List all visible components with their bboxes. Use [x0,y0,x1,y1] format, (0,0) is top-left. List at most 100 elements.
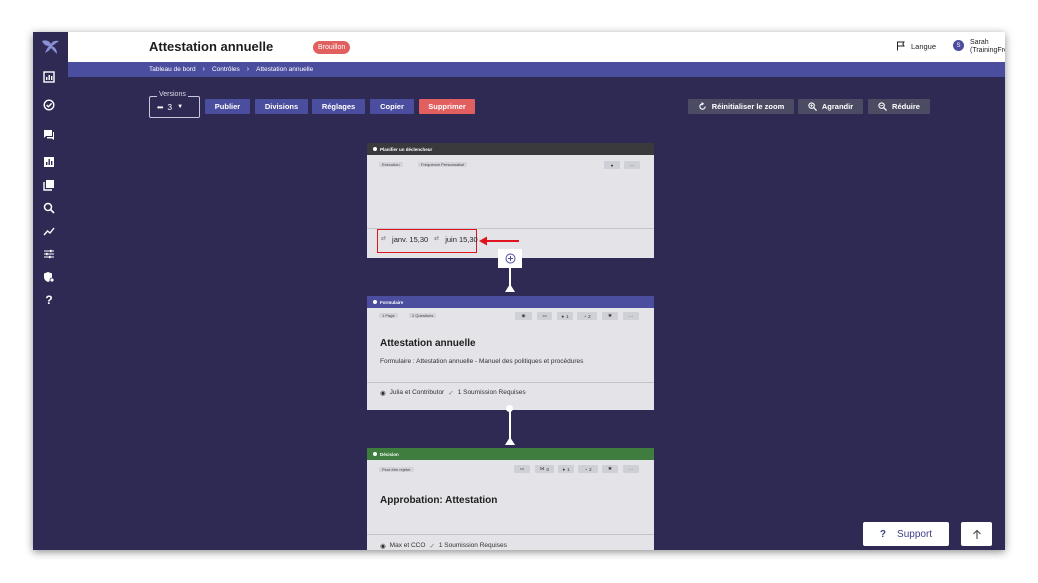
eye-icon[interactable]: ◉ [515,312,532,320]
support-button[interactable]: ? Support [863,522,949,546]
gear-icon[interactable]: ✱ [602,312,618,320]
execution-chip-label: Exécution [382,162,400,167]
app-logo-icon[interactable] [40,38,62,56]
plus-circle-icon [505,253,515,264]
users-icon: ◉ [380,543,386,550]
check-circle-icon[interactable] [42,98,56,112]
more-icon[interactable]: ··· [623,312,639,320]
rejectable-chip-label: Peut être rejeter [382,467,411,472]
frequency-chip: Fréquence Personnalisé [418,162,468,167]
copy-button[interactable]: Copier [370,99,414,114]
info-icon[interactable]: ● [604,161,620,169]
assignee-count-value: 1 [566,313,569,319]
breadcrumb-item-current: Attestation annuelle [256,66,314,73]
execution-chip: Exécution [379,162,403,167]
versions-label: Versions [157,91,188,98]
language-button[interactable]: Langue [896,41,936,51]
flag-icon [897,41,905,51]
reset-zoom-label: Réinitialiser le zoom [711,102,785,111]
dashboard-icon[interactable] [42,70,56,84]
submission-count[interactable]: ◔ 2 [578,465,598,473]
check-icon: ✓ [429,543,435,550]
assignee-count[interactable]: ● 1 [558,465,574,473]
status-badge: Brouillon [313,41,351,54]
language-label: Langue [911,41,937,51]
clock-icon: ◔ [583,313,587,319]
help-icon: ? [879,528,887,540]
zoom-in-icon [808,102,817,111]
page-count-chip: 1 Page [379,313,398,318]
app-window: ? Attestation annuelle Brouillon Langue … [33,32,1005,550]
submission-count[interactable]: ◔ 2 [577,312,597,320]
form-card[interactable]: Formulaire 1 Page 2 Questions ◉ ▭ ● 1 ◔ 2 … [367,296,654,410]
library-icon[interactable] [42,178,56,192]
breadcrumb: Tableau de bord › Contrôles › Attestatio… [68,62,1005,77]
settings-button[interactable]: Réglages [312,99,365,114]
connector-arrow-icon [505,284,515,292]
gear-icon[interactable]: ✱ [602,465,618,473]
divisions-button[interactable]: Divisions [255,99,308,114]
branch-count-value: 0 [546,466,549,472]
sliders-icon[interactable] [42,247,56,261]
version-dots-icon: ••• [157,102,163,112]
branch-count[interactable]: ⋈ 0 [535,465,554,473]
search-icon[interactable] [42,201,56,215]
connector-arrow-icon [505,437,515,445]
shield-settings-icon[interactable] [42,270,56,284]
sidebar: ? [33,32,68,550]
avatar[interactable]: S [953,40,964,51]
add-step-button[interactable] [498,249,522,268]
check-icon: ✓ [448,390,454,397]
form-card-header: Formulaire [367,296,654,308]
bar-chart-icon[interactable] [42,155,56,169]
user-name[interactable]: Sarah (TrainingFrench) [970,39,1005,55]
zoom-in-button[interactable]: Agrandir [798,99,863,114]
zoom-in-label: Agrandir [821,102,854,111]
trigger-date-2: juin 15,30 [445,235,478,244]
reset-zoom-button[interactable]: Réinitialiser le zoom [688,99,794,114]
decision-title: Approbation: Attestation [380,495,498,506]
question-count-label: 2 Questions [412,313,434,318]
assignee-count[interactable]: ● 1 [557,312,573,320]
breadcrumb-item-dashboard[interactable]: Tableau de bord [149,66,196,73]
trigger-date-1: janv. 15,30 [392,235,429,244]
chat-icon[interactable] [42,128,56,142]
annotation-arrow-icon [479,236,519,246]
more-icon[interactable]: ··· [624,161,640,169]
submission-count-value: 2 [589,466,592,472]
trend-icon[interactable] [42,224,56,238]
user-name-line1: Sarah [970,39,989,46]
breadcrumb-item-controls[interactable]: Contrôles [212,66,240,73]
user-icon: ● [562,466,566,472]
user-name-line2: (TrainingFrench) [970,47,1005,54]
branch-icon: ⋈ [539,466,545,471]
chevron-right-icon: › [246,66,250,73]
trigger-dates: ⇄ janv. 15,30 ⇄ juin 15,30 [381,235,478,244]
caret-down-icon: ▼ [177,104,184,110]
more-icon[interactable]: ··· [623,465,639,473]
trigger-card-header: Planifier un déclencheur [367,143,654,155]
arrow-up-icon [972,529,981,539]
form-submissions: 1 Soumission Requises [457,389,526,396]
form-title: Attestation annuelle [380,338,476,349]
publish-button[interactable]: Publier [205,99,250,114]
zoom-out-label: Réduire [892,102,920,111]
repeat-icon: ⇄ [381,236,387,242]
decision-card[interactable]: Décision Peut être rejeter ▭ ⋈ 0 ● 1 ◔ 2 ✱ … [367,448,654,550]
zoom-out-button[interactable]: Réduire [868,99,930,114]
repeat-icon: ⇄ [434,236,440,242]
support-label: Support [897,528,933,540]
calendar-icon[interactable]: ▭ [514,465,530,473]
versions-value: 3 [167,102,173,112]
form-subtitle: Formulaire : Attestation annuelle - Manu… [380,358,584,365]
decision-footer: ◉ Max et CCO ✓ 1 Soumission Requises [380,542,507,550]
top-header: Attestation annuelle Brouillon Langue S … [68,32,1005,62]
page-title: Attestation annuelle [149,39,274,54]
chevron-right-icon: › [202,66,205,73]
help-icon[interactable]: ? [42,293,56,307]
scroll-top-button[interactable] [961,522,992,546]
calendar-icon[interactable]: ▭ [537,312,552,320]
assignee-count-value: 1 [567,466,570,472]
versions-select[interactable]: Versions ••• 3 ▼ [149,91,200,118]
delete-button[interactable]: Supprimer [419,99,475,114]
